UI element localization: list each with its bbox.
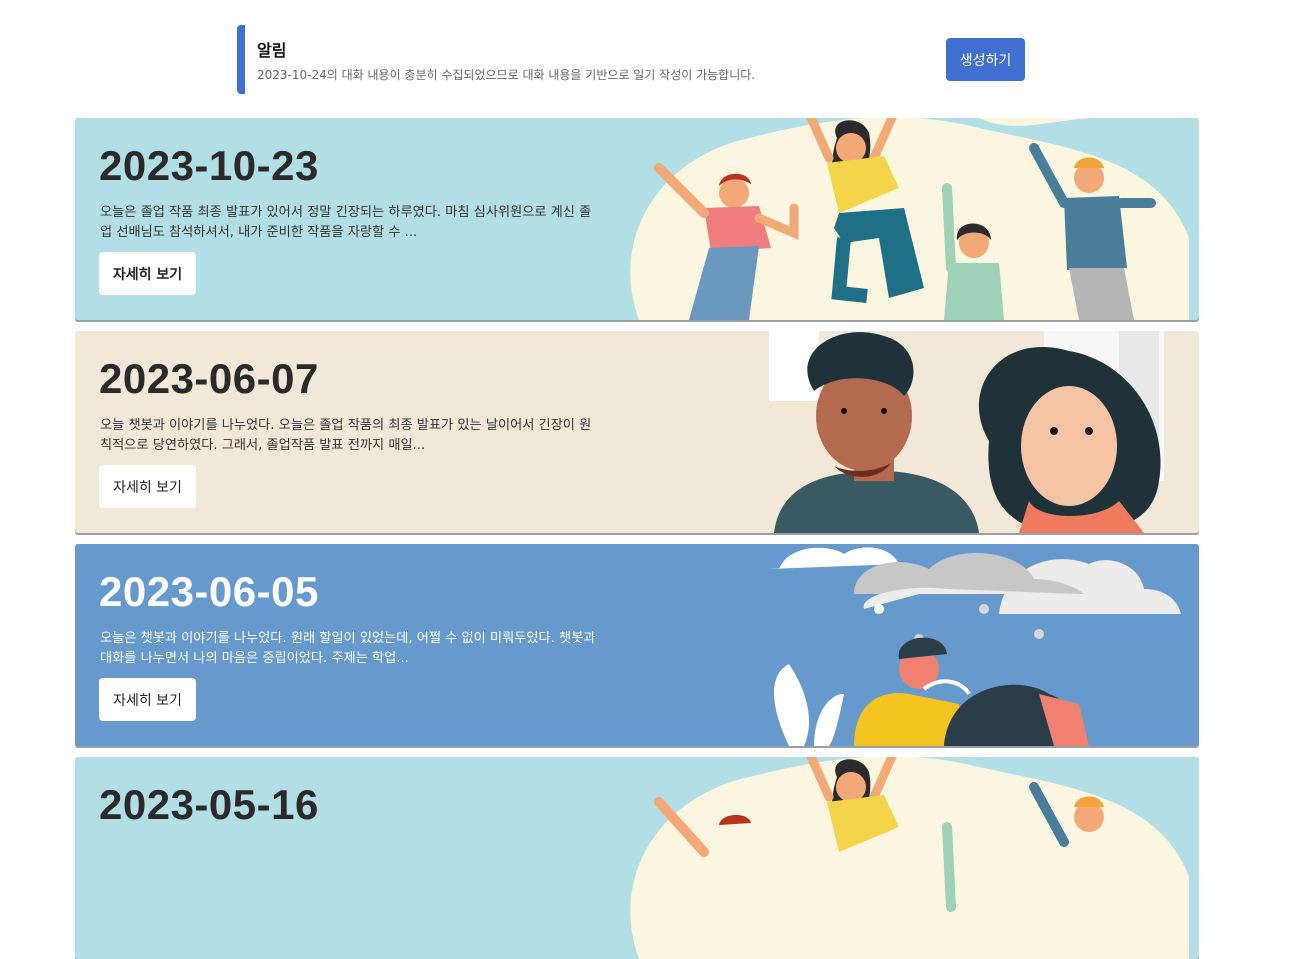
- diary-summary: 오늘은 챗봇과 이야기를 나누었다. 원래 할일이 있었는데, 어쩔 수 없이 …: [100, 631, 596, 666]
- jumping-people-illustration: [630, 118, 1189, 320]
- diary-date: 2023-06-05: [99, 568, 319, 615]
- notice-accent-bar: [237, 25, 245, 94]
- view-details-button[interactable]: 자세히 보기: [99, 678, 196, 721]
- jumping-people-illustration: [630, 757, 1189, 959]
- diary-summary: 오늘은 졸업 작품 최종 발표가 있어서 정말 긴장되는 하루였다. 마침 심사…: [100, 205, 592, 240]
- notice-banner: 알림 2023-10-24의 대화 내용이 충분히 수집되었으므로 대화 내용을…: [237, 25, 1027, 94]
- diary-card: 2023-06-07 오늘 챗봇과 이야기를 나누었다. 오늘은 졸업 작품의 …: [75, 331, 1199, 533]
- notice-message: 2023-10-24의 대화 내용이 충분히 수집되었으므로 대화 내용을 기반…: [257, 68, 756, 82]
- diary-card: 2023-05-16: [75, 757, 1199, 959]
- generate-button[interactable]: 생성하기: [946, 38, 1025, 81]
- diary-date: 2023-06-07: [99, 355, 319, 402]
- diary-summary: 오늘 챗봇과 이야기를 나누었다. 오늘은 졸업 작품의 최종 발표가 있는 날…: [100, 418, 592, 453]
- notice-title: 알림: [257, 41, 287, 60]
- diary-card: 2023-10-23 오늘은 졸업 작품 최종 발표가 있어서 정말 긴장되는 …: [75, 118, 1199, 320]
- rain-cloud-illustration: [769, 547, 1181, 746]
- view-details-button[interactable]: 자세히 보기: [99, 252, 196, 295]
- view-details-button[interactable]: 자세히 보기: [99, 465, 196, 508]
- worried-people-illustration: [769, 331, 1164, 533]
- diary-card: 2023-06-05 오늘은 챗봇과 이야기를 나누었다. 원래 할일이 있었는…: [75, 544, 1199, 746]
- diary-date: 2023-05-16: [99, 781, 319, 828]
- diary-date: 2023-10-23: [99, 142, 319, 189]
